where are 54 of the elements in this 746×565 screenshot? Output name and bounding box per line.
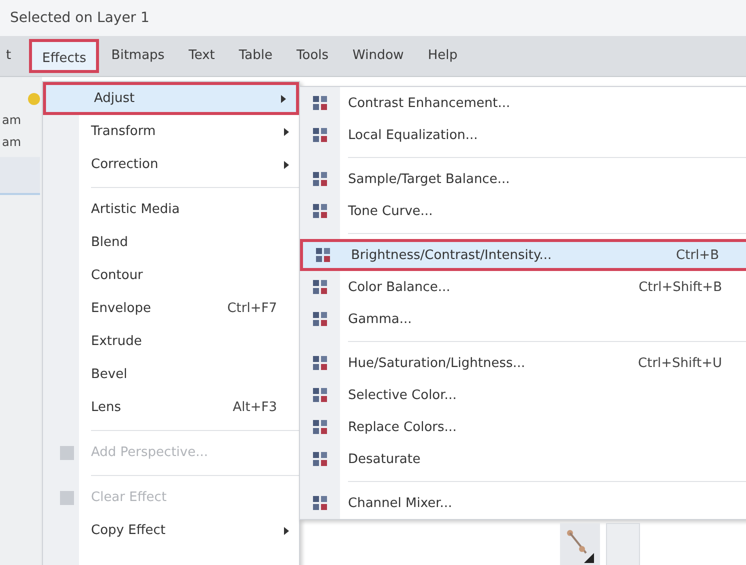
adjust-icon bbox=[313, 312, 327, 326]
handle-icon bbox=[560, 523, 600, 565]
menu-item[interactable]: Color Balance... Ctrl+Shift+B bbox=[300, 271, 746, 303]
menu-item[interactable]: Local Equalization... bbox=[300, 119, 746, 151]
menu-item[interactable]: Envelope Ctrl+F7 bbox=[43, 292, 299, 325]
menu-item[interactable]: Artistic Media bbox=[43, 193, 299, 226]
adjust-icon bbox=[313, 452, 327, 466]
menu-item[interactable]: Lens Alt+F3 bbox=[43, 391, 299, 424]
toolbar-label: am bbox=[1, 113, 22, 127]
menu-item[interactable]: Tone Curve... bbox=[300, 195, 746, 227]
adjust-icon bbox=[316, 248, 330, 262]
menu-item[interactable]: Replace Colors... bbox=[300, 411, 746, 443]
adjust-icon bbox=[313, 496, 327, 510]
menu-item[interactable]: Sample/Target Balance... bbox=[300, 163, 746, 195]
submenu-arrow-icon bbox=[281, 94, 286, 102]
submenu-arrow-icon bbox=[284, 526, 289, 534]
adjust-icon bbox=[313, 128, 327, 142]
menu-item[interactable]: Text bbox=[176, 39, 227, 73]
menu-item[interactable]: Window bbox=[340, 39, 416, 73]
adjust-icon bbox=[60, 446, 74, 460]
menu-item[interactable]: Table bbox=[226, 39, 285, 73]
adjust-icon bbox=[313, 280, 327, 294]
toolbar-button[interactable] bbox=[606, 523, 640, 565]
menu-item[interactable]: Channel Mixer... bbox=[300, 487, 746, 519]
menu-item[interactable]: Brightness/Contrast/Intensity... Ctrl+B bbox=[300, 239, 746, 271]
toolbar-label: am bbox=[1, 135, 22, 149]
adjust-icon bbox=[313, 356, 327, 370]
adjust-icon bbox=[313, 172, 327, 186]
menu-item[interactable]: Transform bbox=[43, 115, 299, 148]
menu-item[interactable]: Effects bbox=[29, 39, 100, 73]
menu-item[interactable]: Adjust bbox=[43, 82, 299, 115]
menu-item[interactable]: t bbox=[0, 39, 24, 73]
menu-item[interactable]: Bevel bbox=[43, 358, 299, 391]
adjust-icon bbox=[60, 490, 74, 504]
menu-item[interactable]: Blend bbox=[43, 226, 299, 259]
menu-item[interactable]: Hue/Saturation/Lightness... Ctrl+Shift+U bbox=[300, 347, 746, 379]
submenu-arrow-icon bbox=[284, 160, 289, 168]
menu-item[interactable]: Contrast Enhancement... bbox=[300, 87, 746, 119]
menu-item[interactable]: Extrude bbox=[43, 325, 299, 358]
menu-item[interactable]: Desaturate bbox=[300, 443, 746, 475]
menu-item[interactable]: Tools bbox=[284, 39, 341, 73]
menu-item[interactable]: Bitmaps bbox=[99, 39, 177, 73]
adjust-icon bbox=[313, 388, 327, 402]
menu-item[interactable]: Copy Effect bbox=[43, 514, 299, 547]
menu-item[interactable]: Gamma... bbox=[300, 303, 746, 335]
adjust-icon bbox=[313, 420, 327, 434]
menu-item[interactable]: Contour bbox=[43, 259, 299, 292]
adjust-icon bbox=[313, 96, 327, 110]
menu-item[interactable]: Help bbox=[416, 39, 470, 73]
submenu-arrow-icon bbox=[284, 128, 289, 136]
menu-item[interactable]: Correction bbox=[43, 148, 299, 181]
status-text: Selected on Layer 1 bbox=[10, 10, 150, 26]
menu-item[interactable]: Selective Color... bbox=[300, 379, 746, 411]
adjust-icon bbox=[313, 204, 327, 218]
